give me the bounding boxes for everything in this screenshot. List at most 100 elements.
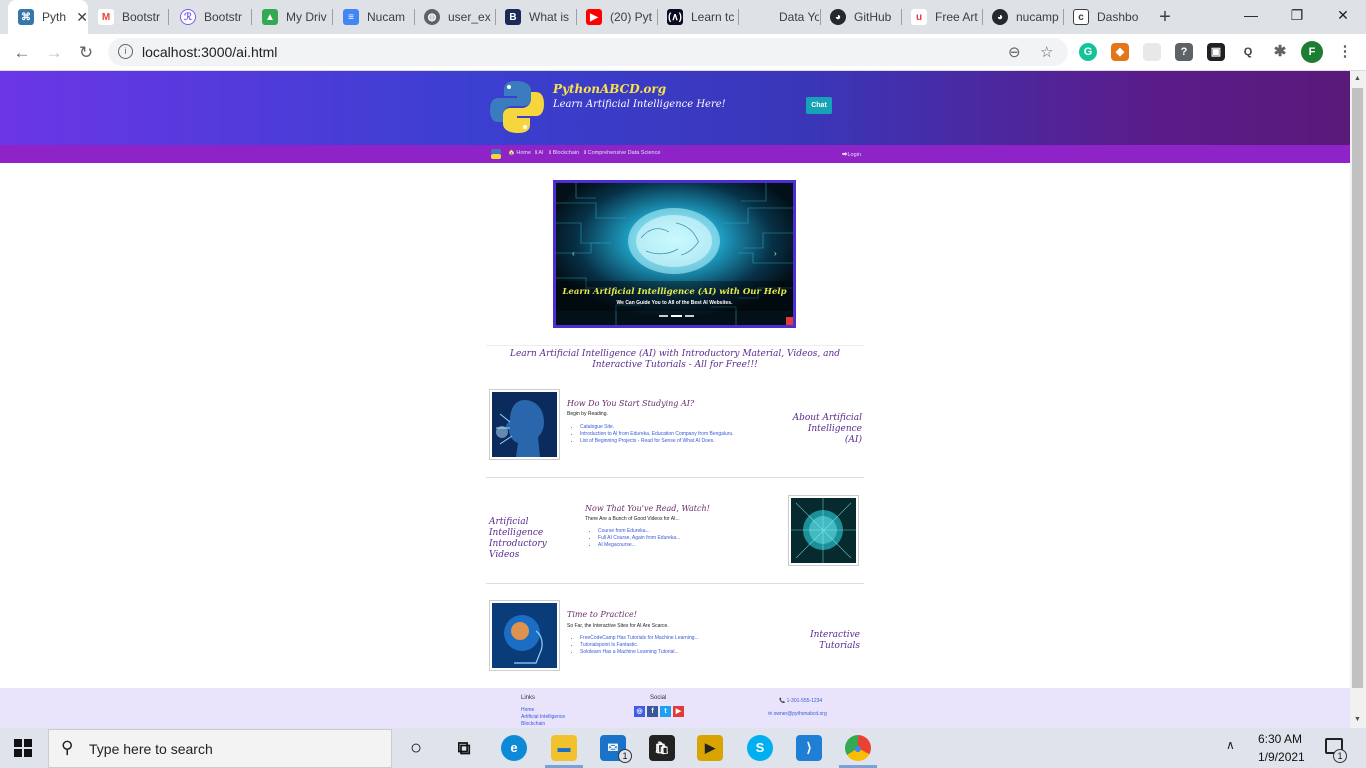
store-icon[interactable]: 🛍 [649, 735, 675, 761]
cortana-icon[interactable]: ○ [403, 735, 429, 761]
edge-icon[interactable]: e [501, 735, 527, 761]
link-item[interactable]: Tutorialspoint Is Fantastic. [580, 642, 699, 649]
taskbar-search[interactable]: ⚲ Type here to search [48, 729, 392, 768]
video-icon[interactable]: ▶ [697, 735, 723, 761]
scrollbar-thumb[interactable] [1352, 88, 1363, 688]
address-url[interactable]: localhost:3000/ai.html [142, 44, 277, 60]
tab-what-is[interactable]: B What is [495, 0, 575, 34]
section-videos: Artificial Intelligence Introductory Vid… [486, 495, 864, 584]
close-window-button[interactable]: ✕ [1320, 0, 1366, 30]
tab-label: Learn tc [691, 10, 735, 24]
section-title: How Do You Start Studying AI? [567, 399, 695, 408]
tab-nucamp-github[interactable]: ◕ nucamp [982, 0, 1062, 34]
clock-time[interactable]: 6:30 AM [1258, 732, 1302, 746]
file-explorer-icon[interactable]: ▬ [551, 735, 577, 761]
scroll-down-icon[interactable]: ▼ [1354, 716, 1361, 723]
footer-link-home[interactable]: Home [521, 707, 534, 713]
scroll-up-icon[interactable]: ▲ [1354, 75, 1361, 82]
carousel-indicator[interactable] [659, 315, 668, 317]
instagram-icon[interactable]: ◎ [634, 706, 645, 717]
carousel-indicator-active[interactable] [671, 315, 682, 317]
bookmark-star-icon[interactable]: ☆ [1040, 43, 1053, 61]
nav-data-science[interactable]: ℹ Comprehensive Data Science [584, 150, 660, 156]
tab-nucamp-docs[interactable]: ≡ Nucam [333, 0, 413, 34]
link-item[interactable]: List of Beginning Projects - Read for Se… [580, 438, 734, 445]
divider [486, 477, 864, 478]
nav-blockchain[interactable]: ℹ Blockchain [549, 150, 579, 156]
close-tab-icon[interactable]: ✕ [76, 9, 88, 26]
twitter-icon[interactable]: t [660, 706, 671, 717]
address-bar[interactable]: i localhost:3000/ai.html ⊖ ☆ [108, 38, 1068, 66]
section-links: Catalogue Site. Introduction to AI from … [568, 424, 734, 445]
blank-ext-icon[interactable] [1143, 43, 1161, 61]
nav-ai[interactable]: ℹ AI [535, 150, 544, 156]
dev-ext-icon[interactable]: ▣ [1207, 43, 1225, 61]
facebook-icon[interactable]: f [647, 706, 658, 717]
chrome-icon[interactable]: ● [845, 735, 871, 761]
section-subtitle: There Are a Bunch of Good Videos for AI.… [585, 516, 680, 522]
help-ext-icon[interactable]: ? [1175, 43, 1193, 61]
puzzle-icon[interactable]: ✱ [1271, 43, 1289, 61]
tab-youtube[interactable]: ▶ (20) Pyt [576, 0, 656, 34]
b-icon: B [505, 9, 521, 25]
nav-login[interactable]: ⮕Login [842, 150, 861, 158]
forward-button[interactable]: → [41, 40, 67, 66]
section-image-head [489, 600, 560, 671]
section-practice: Time to Practice! So Far, the Interactiv… [486, 600, 864, 689]
footer-email[interactable]: ✉ owner@pythonabcd.org [768, 711, 827, 717]
vscode-icon[interactable]: ⟩ [796, 735, 822, 761]
search-placeholder[interactable]: Type here to search [89, 741, 213, 757]
tab-python[interactable]: ⌘ Pyth ✕ [8, 0, 88, 34]
tab-bootstrap[interactable]: ℛ Bootstr [170, 0, 250, 34]
tab-dashboard[interactable]: c Dashbo [1063, 0, 1143, 34]
tray-overflow-icon[interactable]: ∧ [1226, 738, 1235, 752]
link-item[interactable]: Sololearn Has a Machine Learning Tutoria… [580, 649, 699, 656]
hero-carousel[interactable]: ‹ › Learn Artificial Intelligence (AI) w… [553, 180, 796, 328]
site-info-icon[interactable]: i [118, 44, 133, 59]
metamask-icon[interactable]: ◆ [1111, 43, 1129, 61]
back-button[interactable]: ← [9, 40, 35, 66]
carousel-next-icon[interactable]: › [774, 249, 777, 258]
new-tab-button[interactable]: + [1154, 5, 1176, 29]
link-item[interactable]: FreeCodeCamp Has Tutorials for Machine L… [580, 635, 699, 642]
page-scrollbar[interactable]: ▲ ▼ [1350, 71, 1366, 728]
section-side-heading: About Artificial Intelligence (AI) [792, 413, 862, 445]
search-ext-icon[interactable]: Q [1239, 43, 1257, 61]
site-brand[interactable]: PythonABCD.org [553, 82, 666, 96]
tab-github[interactable]: ◕ GitHub [820, 0, 900, 34]
grammarly-icon[interactable]: G [1079, 43, 1097, 61]
link-item[interactable]: Full AI Course, Again from Edureka... [598, 535, 680, 542]
task-view-icon[interactable]: ⧉ [451, 735, 477, 761]
link-item[interactable]: Catalogue Site. [580, 424, 734, 431]
link-item[interactable]: Course from Edureka... [598, 528, 680, 535]
reload-button[interactable]: ↻ [73, 40, 99, 66]
tab-free-art[interactable]: u Free Art [901, 0, 981, 34]
site-header: PythonABCD.org Learn Artificial Intellig… [0, 71, 1350, 145]
nav-home[interactable]: 🏠 Home [508, 150, 531, 156]
footer-link-ai[interactable]: Artificial Intelligence [521, 714, 565, 720]
windows-start-icon[interactable] [14, 739, 32, 757]
tab-bootstrap-gmail[interactable]: M Bootstr [88, 0, 168, 34]
footer-link-blockchain[interactable]: Blockchain [521, 721, 545, 727]
link-item[interactable]: AI Megacourse... [598, 542, 680, 549]
youtube-icon: ▶ [586, 9, 602, 25]
profile-avatar[interactable]: F [1301, 41, 1323, 63]
zoom-icon[interactable]: ⊖ [1008, 43, 1021, 61]
carousel-indicator[interactable] [685, 315, 694, 317]
chat-button[interactable]: Chat [806, 97, 832, 114]
navbar-python-icon[interactable] [491, 149, 501, 159]
footer-phone[interactable]: 📞 1-301-555-1234 [779, 698, 822, 704]
tab-freecodecamp[interactable]: (∧) Learn tc [657, 0, 737, 34]
search-icon: ⚲ [61, 738, 74, 757]
menu-icon[interactable]: ⋮ [1336, 43, 1354, 61]
tab-drive[interactable]: ▲ My Driv [252, 0, 332, 34]
youtube-icon[interactable]: ▶ [673, 706, 684, 717]
carousel-prev-icon[interactable]: ‹ [572, 249, 575, 258]
maximize-button[interactable]: ❐ [1274, 0, 1320, 30]
tab-user-ex[interactable]: ◍ user_ex [414, 0, 494, 34]
tab-data-yo[interactable]: Data Yo [739, 0, 819, 34]
skype-icon[interactable]: S [747, 735, 773, 761]
link-item[interactable]: Introduction to AI from Edureka, Educati… [580, 431, 734, 438]
clock-date[interactable]: 1/9/2021 [1258, 750, 1305, 764]
minimize-button[interactable]: — [1228, 0, 1274, 30]
